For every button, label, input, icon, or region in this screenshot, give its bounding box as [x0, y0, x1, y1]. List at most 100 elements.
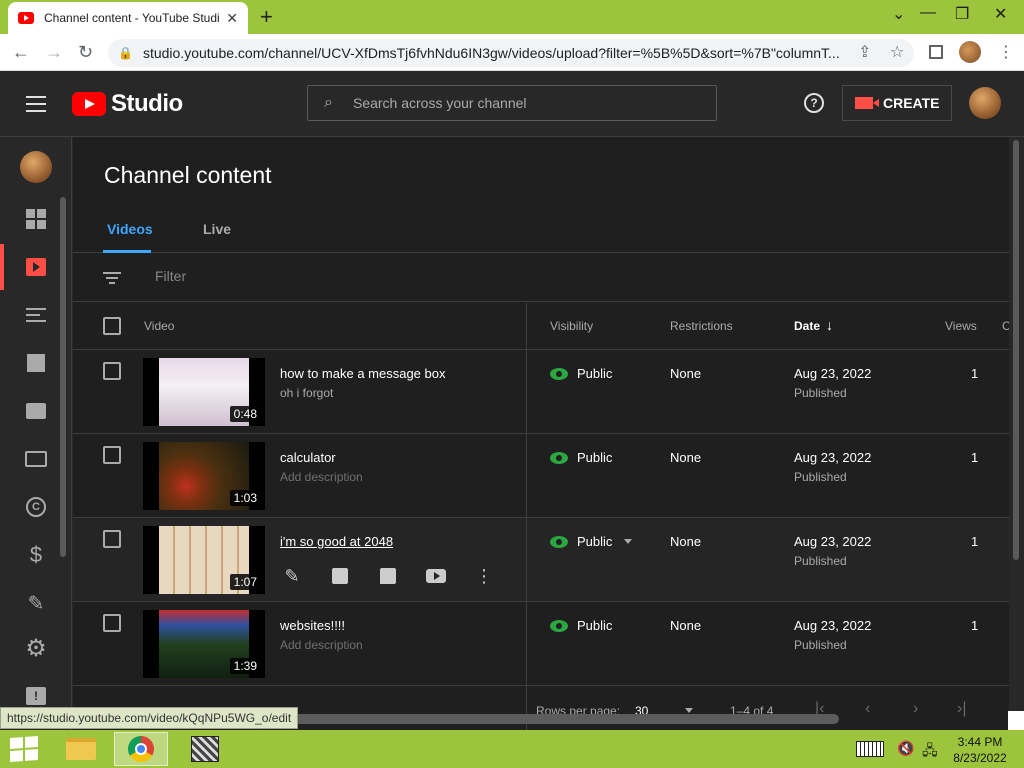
taskbar-chrome[interactable]	[114, 732, 168, 766]
video-camera-icon	[855, 97, 879, 109]
subtitles-icon	[25, 451, 47, 467]
tab-videos[interactable]: Videos	[107, 221, 153, 237]
help-icon[interactable]: ?	[804, 93, 824, 113]
channel-avatar[interactable]	[20, 151, 52, 183]
row-checkbox[interactable]	[103, 446, 121, 464]
table-row[interactable]: 1:03 calculator Add description Public N…	[73, 434, 1009, 518]
video-title[interactable]: websites!!!!	[280, 618, 345, 633]
sidebar-scrollbar[interactable]	[60, 197, 66, 557]
tab-live[interactable]: Live	[203, 221, 231, 237]
video-thumbnail[interactable]: 0:48	[143, 358, 265, 426]
row-checkbox[interactable]	[103, 614, 121, 632]
browser-tab[interactable]: Channel content - YouTube Studio ✕	[8, 2, 248, 34]
new-tab-button[interactable]: +	[260, 4, 273, 30]
video-description[interactable]: Add description	[280, 638, 363, 652]
row-checkbox[interactable]	[103, 362, 121, 380]
chevron-down-icon[interactable]	[624, 539, 633, 544]
column-header-video: Video	[144, 319, 175, 333]
video-duration: 0:48	[229, 406, 261, 422]
bookmark-star-icon[interactable]: ☆	[890, 42, 904, 62]
visibility-status[interactable]: Public	[550, 450, 612, 465]
analytics-icon[interactable]	[328, 566, 352, 586]
more-options-icon[interactable]: ⋮	[472, 566, 496, 586]
video-thumbnail[interactable]: 1:03	[143, 442, 265, 510]
tab-close-icon[interactable]: ✕	[226, 10, 238, 27]
column-header-visibility: Visibility	[550, 319, 594, 333]
browser-menu-icon[interactable]: ⋮	[998, 42, 1014, 62]
browser-profile-avatar[interactable]	[959, 41, 981, 63]
edit-pencil-icon[interactable]: ✎	[280, 566, 304, 586]
keyboard-icon[interactable]	[856, 741, 884, 757]
table-row[interactable]: 1:39 websites!!!! Add description Public…	[73, 602, 1009, 686]
feedback-icon: !	[26, 687, 46, 705]
window-close-button[interactable]: ✕	[994, 4, 1007, 24]
hamburger-menu-icon[interactable]	[26, 96, 46, 112]
channel-search[interactable]: ⌕	[307, 85, 717, 121]
eye-icon	[550, 619, 568, 632]
page-title: Channel content	[104, 162, 272, 188]
visibility-status[interactable]: Public	[550, 366, 612, 381]
screen: Channel content - YouTube Studio ✕ + ⌄ —…	[0, 0, 1024, 768]
comments-icon[interactable]	[376, 566, 400, 586]
folder-icon	[66, 738, 96, 760]
select-all-checkbox[interactable]	[103, 317, 121, 335]
system-clock[interactable]: 3:44 PM 8/23/2022	[950, 734, 1010, 766]
chevron-down-icon[interactable]	[685, 708, 693, 713]
scroll-corner	[1008, 711, 1024, 730]
column-header-comments: C	[1002, 319, 1009, 333]
sidebar-item-settings[interactable]: ⚙	[0, 625, 72, 671]
window-restore-button[interactable]: ❐	[955, 4, 969, 24]
reload-button[interactable]: ↻	[78, 42, 93, 63]
youtube-view-icon[interactable]	[424, 566, 448, 586]
back-button[interactable]: ←	[12, 42, 30, 63]
table-header: Video Visibility Restrictions Date ↓ Vie…	[73, 303, 1009, 350]
filter-input[interactable]	[155, 268, 455, 284]
active-tab-indicator	[103, 250, 151, 253]
network-icon[interactable]: 🖧	[922, 740, 938, 764]
video-thumbnail[interactable]: 1:07	[143, 526, 265, 594]
column-header-date[interactable]: Date	[794, 319, 820, 333]
browser-tabbar: Channel content - YouTube Studio ✕ + ⌄ —…	[0, 0, 1024, 34]
table-row[interactable]: 0:48 how to make a message box oh i forg…	[73, 350, 1009, 434]
video-thumbnail[interactable]: 1:39	[143, 610, 265, 678]
video-title[interactable]: calculator	[280, 450, 336, 465]
last-page-button[interactable]: ›|	[957, 700, 966, 718]
table-row[interactable]: 1:07 i'm so good at 2048 ✎ ⋮ Public None…	[73, 518, 1009, 602]
windows-start-button[interactable]	[10, 736, 38, 762]
studio-header: Studio ⌕ ? CREATE	[0, 71, 1024, 137]
address-bar[interactable]: 🔒 studio.youtube.com/channel/UCV-XfDmsTj…	[108, 39, 914, 67]
sort-arrow-down-icon[interactable]: ↓	[826, 317, 833, 333]
taskbar-file-explorer[interactable]	[54, 732, 108, 766]
next-page-button[interactable]: ›	[913, 700, 918, 718]
lock-icon[interactable]: 🔒	[118, 46, 133, 60]
video-title[interactable]: how to make a message box	[280, 366, 445, 381]
tab-search-chevron-icon[interactable]: ⌄	[892, 4, 905, 24]
visibility-dropdown[interactable]: Public	[550, 534, 633, 549]
date-status: Published	[794, 386, 847, 400]
forward-button[interactable]: →	[45, 42, 63, 63]
create-button[interactable]: CREATE	[842, 85, 952, 121]
visibility-status[interactable]: Public	[550, 618, 612, 633]
studio-logo[interactable]: Studio	[72, 90, 183, 118]
search-input[interactable]	[352, 95, 673, 111]
window-minimize-button[interactable]: —	[920, 4, 936, 22]
side-panel-icon[interactable]	[929, 45, 943, 59]
page-vertical-scrollbar[interactable]	[1013, 140, 1019, 560]
video-title[interactable]: i'm so good at 2048	[280, 534, 393, 549]
account-avatar[interactable]	[969, 87, 1001, 119]
date-value: Aug 23, 2022	[794, 534, 872, 549]
taskbar-app[interactable]	[178, 732, 232, 766]
previous-page-button[interactable]: ‹	[865, 700, 870, 718]
share-icon[interactable]: ⇪	[858, 42, 871, 62]
video-description[interactable]: Add description	[280, 470, 363, 484]
url-text[interactable]: studio.youtube.com/channel/UCV-XfDmsTj6f…	[143, 45, 863, 61]
filter-icon[interactable]	[103, 272, 121, 284]
row-checkbox[interactable]	[103, 530, 121, 548]
clock-date: 8/23/2022	[953, 751, 1007, 765]
link-status-bar: https://studio.youtube.com/video/kQqNPu5…	[0, 707, 299, 729]
eye-icon	[550, 451, 568, 464]
video-duration: 1:39	[229, 658, 261, 674]
sidebar-item-customization[interactable]: ✎	[0, 580, 72, 626]
volume-muted-icon[interactable]: 🔇	[897, 740, 914, 757]
date-status: Published	[794, 470, 847, 484]
